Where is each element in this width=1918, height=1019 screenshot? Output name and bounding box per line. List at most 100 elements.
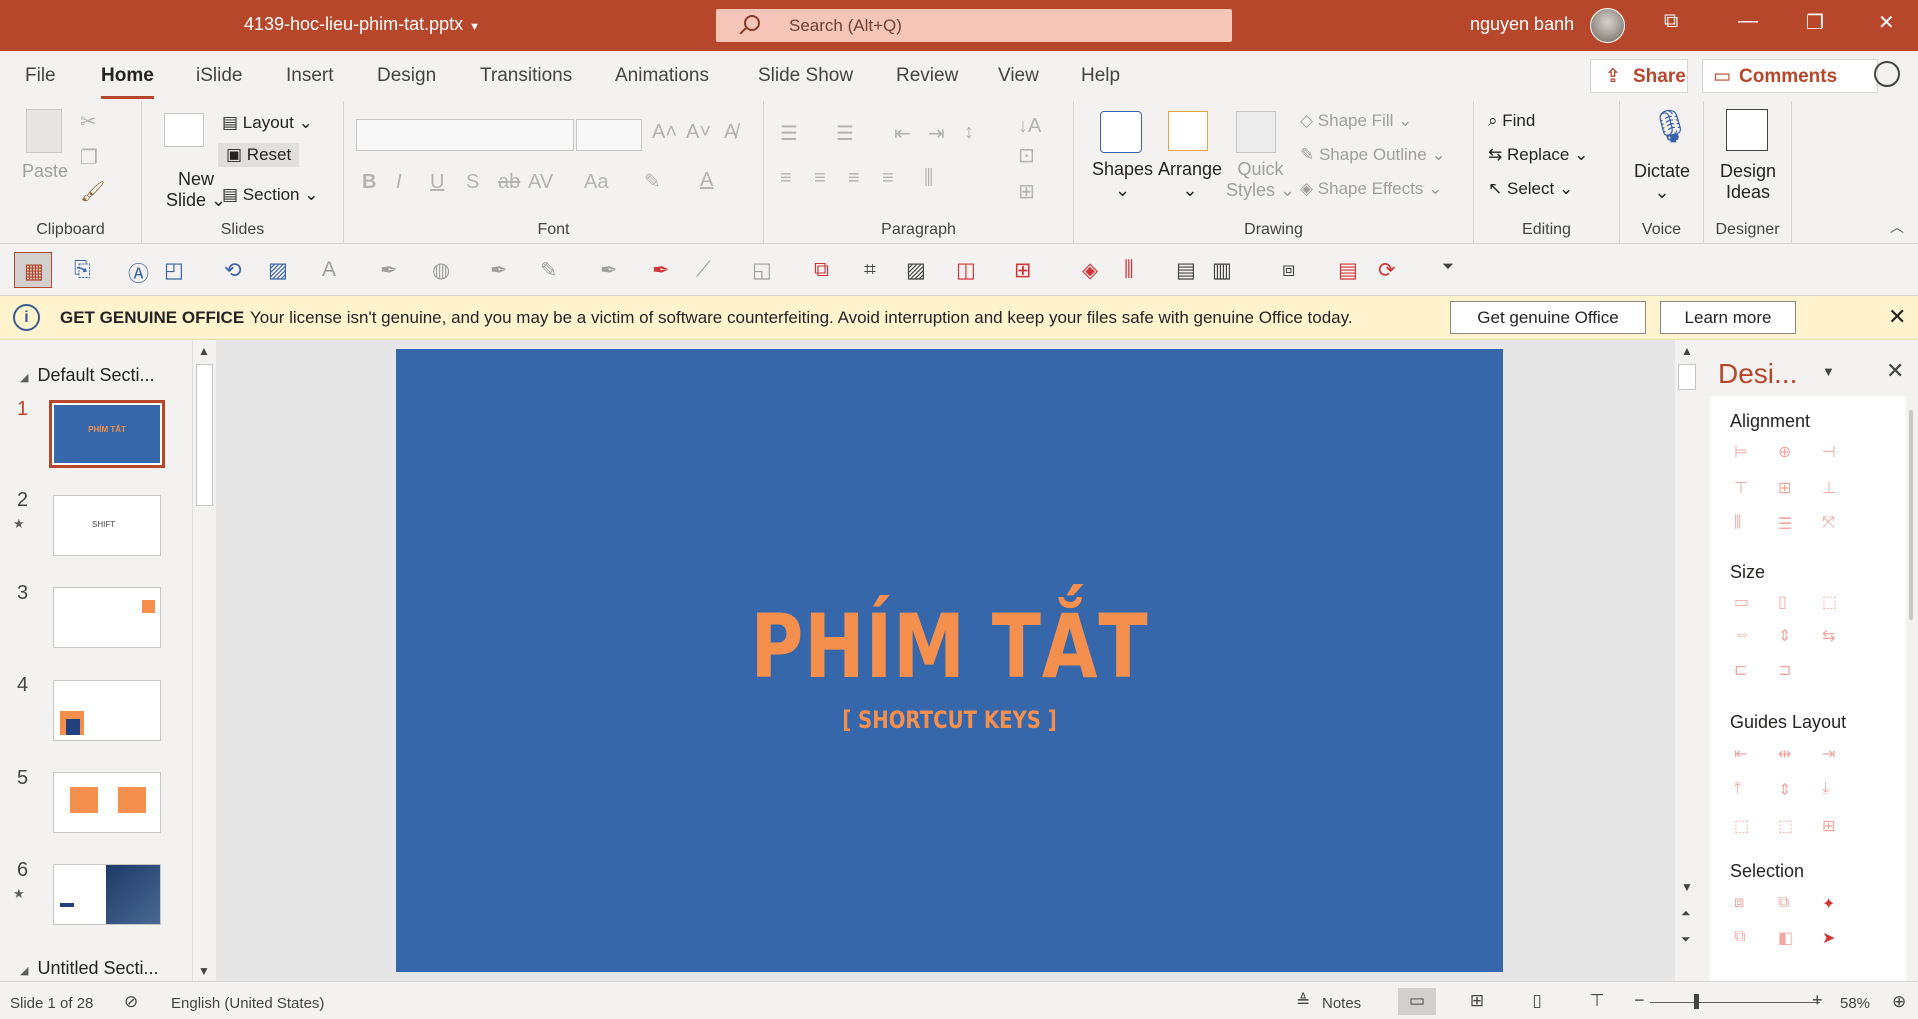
editor-scrollbar[interactable]: ▲ ▼ ⏶ ⏷ xyxy=(1675,340,1699,981)
zoom-slider[interactable] xyxy=(1650,1002,1820,1003)
image-icon[interactable]: ▨ xyxy=(268,258,288,283)
tab-islide[interactable]: iSlide xyxy=(196,65,242,87)
guide-top-icon[interactable]: ⤒ xyxy=(1734,780,1741,798)
slide-thumbnail-1[interactable]: PHÍM TẮT xyxy=(49,400,165,468)
fill-width-icon[interactable]: ⊏ xyxy=(1734,660,1747,680)
page-icon[interactable]: ⎘ xyxy=(74,258,91,282)
search-box[interactable]: Search (Alt+Q) xyxy=(716,9,1232,42)
slide-sorter-icon[interactable]: ⊞ xyxy=(1458,988,1496,1015)
change-case-icon[interactable]: Aa xyxy=(584,171,608,194)
align-bottom-icon[interactable]: ⊥ xyxy=(1822,478,1836,498)
arrange-button[interactable]: Arrange ⌄ xyxy=(1158,159,1222,201)
reading-view-icon[interactable]: ▯ xyxy=(1518,988,1556,1015)
close-message-icon[interactable]: ✕ xyxy=(1888,304,1906,330)
guide-left-icon[interactable]: ⇤ xyxy=(1734,744,1747,764)
ribbon-display-icon[interactable]: ⧉ xyxy=(1664,10,1678,33)
document-title[interactable]: 4139-hoc-lieu-phim-tat.pptx ▼ xyxy=(244,14,480,35)
close-pane-icon[interactable]: ✕ xyxy=(1886,358,1904,384)
close-icon[interactable]: ✕ xyxy=(1878,10,1895,35)
language-status[interactable]: English (United States) xyxy=(171,995,324,1012)
slide-show-icon[interactable]: ⊤ xyxy=(1578,988,1616,1015)
replace-button[interactable]: ⇆ Replace ⌄ xyxy=(1488,145,1588,165)
layers-icon[interactable]: ◈ xyxy=(1082,258,1098,283)
export-icon[interactable]: ▤ xyxy=(1338,258,1358,283)
font-size-select[interactable] xyxy=(576,119,642,151)
distribute-icon[interactable]: ⫼ xyxy=(1124,258,1134,282)
distribute-horizontal-icon[interactable]: ⫼ xyxy=(1734,514,1741,532)
slide-thumbnail-4[interactable] xyxy=(53,680,161,741)
font-name-select[interactable] xyxy=(356,119,574,151)
guide-bottom-icon[interactable]: ⤓ xyxy=(1822,780,1829,798)
magic-wand-icon[interactable]: ✦ xyxy=(1822,894,1835,914)
align-center-icon[interactable]: ⊕ xyxy=(1778,442,1791,462)
scroll-down-icon[interactable]: ▼ xyxy=(198,964,210,978)
grid-icon[interactable]: ⊞ xyxy=(1014,258,1032,283)
tab-slide-show[interactable]: Slide Show xyxy=(758,65,853,87)
slide-thumbnail-3[interactable] xyxy=(53,587,161,648)
line-spacing-icon[interactable]: ↕ xyxy=(964,121,974,144)
header-footer-icon[interactable]: ▤ xyxy=(1176,258,1196,283)
zoom-slider-thumb[interactable] xyxy=(1694,994,1699,1009)
pointer-icon[interactable]: ➤ xyxy=(1822,928,1835,948)
pane-options-icon[interactable]: ▼ xyxy=(1822,364,1835,379)
new-slide-button[interactable]: New Slide ⌄ xyxy=(166,169,226,211)
eyedropper-outline-icon[interactable]: ✒ xyxy=(600,258,618,283)
cut-icon[interactable]: ✂ xyxy=(80,109,97,134)
share-button[interactable]: ⇪ Share xyxy=(1590,59,1688,93)
tab-view[interactable]: View xyxy=(998,65,1039,87)
zoom-level[interactable]: 58% xyxy=(1840,995,1870,1012)
copy-icon[interactable]: ❐ xyxy=(80,145,98,170)
columns-icon[interactable]: ⫼ xyxy=(924,167,933,190)
reset-button[interactable]: ▣ Reset xyxy=(218,143,300,167)
slide-thumbnail-6[interactable] xyxy=(53,864,161,925)
slide-thumbnail-5[interactable] xyxy=(53,772,161,833)
text-color-icon[interactable]: A xyxy=(322,258,336,282)
table-layout-icon[interactable]: ▥ xyxy=(1212,258,1232,283)
guide-distribute-h-icon[interactable]: ⬚ xyxy=(1734,816,1749,836)
guide-center-icon[interactable]: ⇹ xyxy=(1778,744,1791,764)
align-center-icon[interactable]: ≡ xyxy=(814,167,826,190)
select-button[interactable]: ↖ Select ⌄ xyxy=(1488,179,1573,199)
format-painter-icon[interactable]: 🖌 xyxy=(80,179,105,204)
arrange-tool-icon[interactable]: ◫ xyxy=(956,258,976,283)
slide-subtitle[interactable]: [ SHORTCUT KEYS ] xyxy=(496,706,1404,734)
color-picker-icon[interactable]: ✒ xyxy=(652,258,670,283)
previous-slide-icon[interactable]: ⏶ xyxy=(1681,906,1691,921)
shape-effects-button[interactable]: ◈ Shape Effects ⌄ xyxy=(1300,179,1442,199)
scroll-up-icon[interactable]: ▲ xyxy=(1681,344,1693,358)
slide-layout-icon[interactable]: ▦ xyxy=(14,252,52,288)
bold-icon[interactable]: B xyxy=(362,171,376,194)
feedback-icon[interactable] xyxy=(1874,61,1900,87)
tab-transitions[interactable]: Transitions xyxy=(480,65,572,87)
dictate-button[interactable]: Dictate ⌄ xyxy=(1634,161,1690,203)
shape-outline-button[interactable]: ✎ Shape Outline ⌄ xyxy=(1300,145,1446,165)
guide-distribute-v-icon[interactable]: ⬚ xyxy=(1778,816,1793,836)
fit-to-window-icon[interactable]: ⊕ xyxy=(1892,992,1906,1012)
align-text-icon[interactable]: ⊡ xyxy=(1018,143,1035,168)
eyedropper-fill-icon[interactable]: ✒ xyxy=(490,258,508,283)
highlight-icon[interactable]: ✎ xyxy=(644,169,661,194)
notes-button[interactable]: Notes xyxy=(1322,995,1361,1012)
section-button[interactable]: ▤ Section ⌄ xyxy=(222,185,318,205)
find-button[interactable]: ⌕ Find xyxy=(1488,111,1535,131)
quick-styles-button[interactable]: Quick Styles ⌄ xyxy=(1226,159,1295,201)
zoom-in-icon[interactable]: + xyxy=(1812,990,1823,1011)
strikethrough-icon[interactable]: ab xyxy=(498,171,520,194)
expand-icon[interactable]: ⤧ xyxy=(1822,514,1835,532)
shadow-icon[interactable]: S xyxy=(466,171,479,194)
shape-fill-button[interactable]: ◇ Shape Fill ⌄ xyxy=(1300,111,1412,131)
same-width-icon[interactable]: ▭ xyxy=(1734,592,1749,612)
line-icon[interactable]: ⟋ xyxy=(696,258,711,282)
same-height-icon[interactable]: ▯ xyxy=(1778,592,1787,612)
zoom-out-icon[interactable]: − xyxy=(1634,990,1645,1011)
underline-icon[interactable]: U xyxy=(430,171,444,194)
design-ideas-button[interactable]: Design Ideas xyxy=(1720,161,1776,203)
guide-right-icon[interactable]: ⇥ xyxy=(1822,744,1835,764)
shrink-font-icon[interactable]: A˅ xyxy=(686,121,711,144)
align-right-icon[interactable]: ≡ xyxy=(848,167,860,190)
align-right-icon[interactable]: ⊣ xyxy=(1822,442,1836,462)
thumbnails-scrollbar[interactable]: ▲ ▼ xyxy=(192,340,216,981)
eyedropper-icon[interactable]: ✒ xyxy=(380,258,398,283)
shape-icon[interactable]: ◰ xyxy=(164,258,184,283)
increase-indent-icon[interactable]: ⇥ xyxy=(928,121,945,146)
